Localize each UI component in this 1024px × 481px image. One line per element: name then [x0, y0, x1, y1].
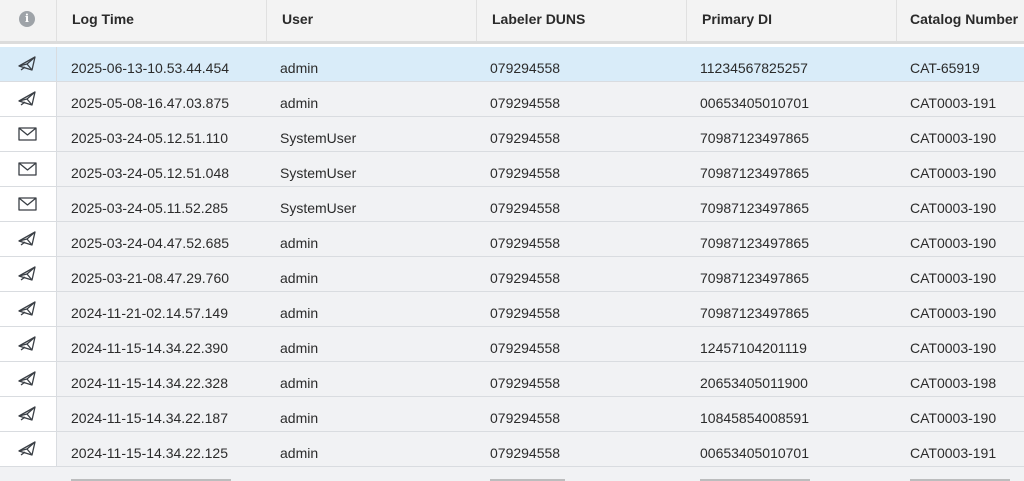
cell-primary-di: 11234567825257: [700, 60, 808, 76]
cell-user: admin: [280, 445, 319, 461]
cell-user: SystemUser: [280, 200, 357, 216]
cell-primary-di: 70987123497865: [700, 200, 810, 216]
cell-log-time: 2025-03-21-08.47.29.760: [71, 270, 230, 286]
table-row[interactable]: 2024-11-21-02.14.57.149 admin 079294558 709…: [0, 292, 1024, 327]
cell-catalog-number: CAT0003-190: [910, 410, 997, 426]
cell-log-time: 2025-03-24-05.12.51.110: [71, 130, 228, 146]
cell-log-time: 2024-11-15-14.34.22.390: [71, 340, 228, 356]
cell-labeler-duns: 079294558: [490, 165, 561, 181]
cell-primary-di: 10845854008591: [700, 410, 810, 426]
cell-labeler-duns: 079294558: [490, 60, 561, 76]
cell-labeler-duns: 079294558: [490, 270, 561, 286]
table-row[interactable]: 2024-11-15-14.34.22.390 admin 079294558 124…: [0, 327, 1024, 362]
cell-primary-di: 12457104201119: [700, 340, 807, 356]
cell-primary-di: 70987123497865: [700, 235, 810, 251]
header-user[interactable]: User: [267, 0, 477, 41]
cell-catalog-number: CAT0003-191: [910, 95, 997, 111]
header-info-cell[interactable]: i: [0, 0, 57, 41]
cell-primary-di: 70987123497865: [700, 305, 810, 321]
cell-log-time: 2024-11-15-14.34.22.125: [71, 445, 228, 461]
row-status-cell[interactable]: [0, 362, 57, 396]
table-row[interactable]: 2024-11-15-14.34.22.187 admin 079294558 108…: [0, 397, 1024, 432]
table-row[interactable]: 2025-03-24-05.12.51.110 SystemUser 0792945…: [0, 117, 1024, 152]
cell-primary-di: 70987123497865: [700, 270, 810, 286]
cell-catalog-number: CAT-65919: [910, 60, 980, 76]
cell-primary-di: 70987123497865: [700, 130, 810, 146]
cell-user: admin: [280, 305, 319, 321]
partial-row: [0, 467, 1024, 481]
row-status-cell[interactable]: [0, 292, 57, 326]
cell-user: admin: [280, 340, 319, 356]
table-row[interactable]: 2025-03-24-05.11.52.285 SystemUser 0792945…: [0, 187, 1024, 222]
table-row[interactable]: 2025-06-13-10.53.44.454 admin 079294558 112…: [0, 47, 1024, 82]
row-status-cell[interactable]: [0, 187, 57, 221]
row-status-cell[interactable]: [0, 222, 57, 256]
cell-catalog-number: CAT0003-190: [910, 130, 997, 146]
cell-primary-di: 70987123497865: [700, 165, 810, 181]
table-row[interactable]: 2025-05-08-16.47.03.875 admin 079294558 006…: [0, 82, 1024, 117]
cell-catalog-number: CAT0003-190: [910, 340, 997, 356]
cell-log-time: 2024-11-15-14.34.22.328: [71, 375, 228, 391]
grid-header: i Log Time User Labeler DUNS Primary DI …: [0, 0, 1024, 44]
row-status-cell[interactable]: [0, 152, 57, 186]
cell-labeler-duns: 079294558: [490, 340, 561, 356]
row-status-cell[interactable]: [0, 257, 57, 291]
cell-user: admin: [280, 60, 319, 76]
row-status-cell[interactable]: [0, 82, 57, 116]
header-log-time[interactable]: Log Time: [57, 0, 267, 41]
cell-log-time: 2024-11-15-14.34.22.187: [71, 410, 228, 426]
cell-labeler-duns: 079294558: [490, 305, 561, 321]
cell-user: SystemUser: [280, 130, 357, 146]
table-row[interactable]: 2024-11-15-14.34.22.328 admin 079294558 206…: [0, 362, 1024, 397]
row-status-cell[interactable]: [0, 117, 57, 151]
cell-catalog-number: CAT0003-190: [910, 270, 997, 286]
row-status-cell[interactable]: [0, 432, 57, 466]
info-icon[interactable]: i: [19, 11, 35, 27]
cell-labeler-duns: 079294558: [490, 200, 561, 216]
cell-catalog-number: CAT0003-190: [910, 165, 997, 181]
header-primary-di[interactable]: Primary DI: [687, 0, 897, 41]
cell-user: admin: [280, 410, 319, 426]
row-status-cell[interactable]: [0, 327, 57, 361]
cell-log-time: 2025-06-13-10.53.44.454: [71, 60, 230, 76]
header-labeler-duns[interactable]: Labeler DUNS: [477, 0, 687, 41]
cell-primary-di: 00653405010701: [700, 445, 810, 461]
cell-catalog-number: CAT0003-190: [910, 200, 997, 216]
table-row[interactable]: 2025-03-21-08.47.29.760 admin 079294558 709…: [0, 257, 1024, 292]
cell-labeler-duns: 079294558: [490, 95, 561, 111]
cell-catalog-number: CAT0003-198: [910, 375, 997, 391]
table-row[interactable]: 2024-11-15-14.34.22.125 admin 079294558 006…: [0, 432, 1024, 467]
cell-labeler-duns: 079294558: [490, 235, 561, 251]
cell-user: admin: [280, 235, 319, 251]
cell-primary-di: 20653405011900: [700, 375, 808, 391]
cell-user: SystemUser: [280, 165, 357, 181]
table-row[interactable]: 2025-03-24-05.12.51.048 SystemUser 0792945…: [0, 152, 1024, 187]
cell-catalog-number: CAT0003-191: [910, 445, 997, 461]
cell-labeler-duns: 079294558: [490, 375, 561, 391]
cell-labeler-duns: 079294558: [490, 130, 561, 146]
header-catalog-number[interactable]: Catalog Number: [897, 0, 1024, 41]
cell-log-time: 2025-03-24-05.12.51.048: [71, 165, 230, 181]
cell-log-time: 2025-05-08-16.47.03.875: [71, 95, 230, 111]
cell-catalog-number: CAT0003-190: [910, 235, 997, 251]
cell-user: admin: [280, 95, 319, 111]
cell-log-time: 2025-03-24-04.47.52.685: [71, 235, 230, 251]
row-status-cell[interactable]: [0, 47, 57, 81]
cell-primary-di: 00653405010701: [700, 95, 810, 111]
cell-log-time: 2025-03-24-05.11.52.285: [71, 200, 228, 216]
table-row[interactable]: 2025-03-24-04.47.52.685 admin 079294558 709…: [0, 222, 1024, 257]
row-status-cell[interactable]: [0, 397, 57, 431]
cell-catalog-number: CAT0003-190: [910, 305, 997, 321]
cell-user: admin: [280, 375, 319, 391]
cell-labeler-duns: 079294558: [490, 410, 561, 426]
cell-log-time: 2024-11-21-02.14.57.149: [71, 305, 228, 321]
cell-labeler-duns: 079294558: [490, 445, 561, 461]
cell-user: admin: [280, 270, 319, 286]
